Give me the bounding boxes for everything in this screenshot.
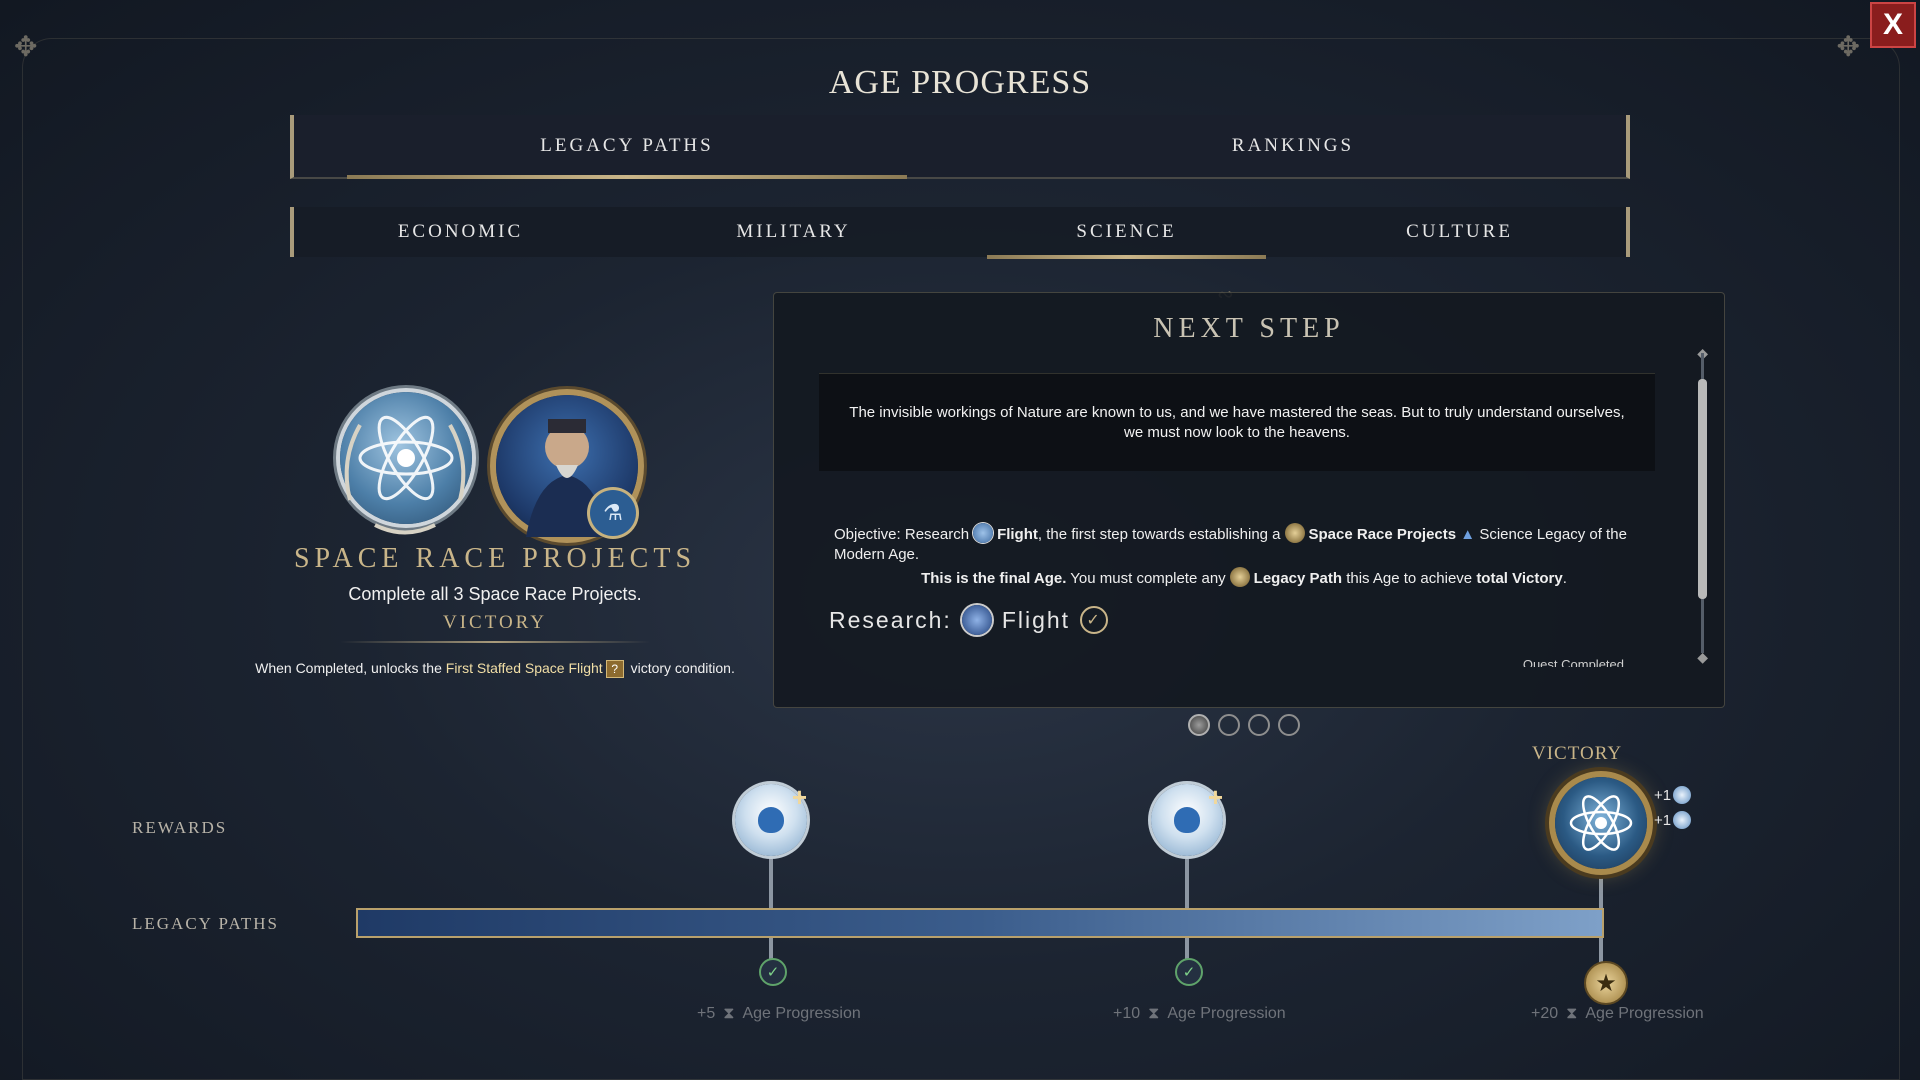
- reward-stem-1: [769, 858, 773, 908]
- hourglass-icon: ⧗: [723, 1005, 735, 1022]
- objective-middle: , the first step towards establishing a: [1037, 526, 1281, 543]
- reward-stem-3: [1599, 868, 1603, 908]
- milestone-1-label: Age Progression: [742, 1005, 861, 1022]
- checkmark-icon: ✓: [1080, 606, 1109, 634]
- unlock-description: When Completed, unlocks the First Staffe…: [200, 660, 790, 678]
- corner-ornament-left: ✥: [14, 31, 38, 62]
- milestone-2-label: Age Progression: [1167, 1005, 1286, 1022]
- next-step-panel: NEXT STEP The invisible workings of Natu…: [773, 292, 1725, 708]
- flask-icon: [1174, 807, 1200, 833]
- victory-divider: [340, 641, 650, 643]
- laurel-wreath-icon: [344, 424, 466, 535]
- milestone-1-check-icon: ✓: [759, 958, 787, 986]
- science-flask-icon: ▲: [1460, 526, 1476, 543]
- victory-reward-label: VICTORY: [1532, 743, 1623, 764]
- milestone-3-label: Age Progression: [1585, 1005, 1704, 1022]
- legacy-path-icon: [1229, 567, 1250, 587]
- flask-icon: [758, 807, 784, 833]
- research-label: Research:: [829, 606, 952, 633]
- objective-project[interactable]: Space Race Projects: [1309, 526, 1457, 543]
- page-title: AGE PROGRESS: [828, 64, 1092, 101]
- objective-prefix: Objective: Research: [834, 526, 970, 543]
- reward-stem-2: [1185, 858, 1189, 908]
- final-age-text: This is the final Age. You must complete…: [834, 567, 1654, 587]
- bonus-resource-icon: [1673, 786, 1692, 804]
- legacy-path-title: SPACE RACE PROJECTS: [293, 543, 697, 574]
- research-tech[interactable]: Flight: [1002, 607, 1070, 634]
- legacy-project-icon: [1284, 523, 1305, 543]
- flight-tech-icon: [961, 605, 992, 635]
- tab-legacy-paths[interactable]: LEGACY PATHS: [294, 115, 960, 179]
- legacy-type-tab-bar: ECONOMIC MILITARY SCIENCE CULTURE: [290, 207, 1630, 259]
- pager-dot-2[interactable]: [1218, 714, 1240, 736]
- rewards-row-label: REWARDS: [132, 818, 228, 837]
- legacy-progress-track: [356, 908, 1604, 938]
- plus-icon: +: [1207, 782, 1223, 812]
- unlock-victory-link[interactable]: First Staffed Space Flight: [446, 660, 603, 676]
- milestone-1-amount: +5: [697, 1005, 716, 1022]
- milestone-2-amount: +10: [1113, 1005, 1141, 1022]
- pager-dot-3[interactable]: [1248, 714, 1270, 736]
- plus-icon: +: [791, 782, 807, 812]
- victory-reward-emblem-icon[interactable]: [1555, 777, 1647, 869]
- final-age-part5: total Victory: [1476, 570, 1563, 587]
- milestone-3-progress: +20 ⧗ Age Progression: [1531, 1005, 1704, 1023]
- pager-dot-4[interactable]: [1278, 714, 1300, 736]
- legacy-path-description: Complete all 3 Space Race Projects.: [348, 584, 642, 604]
- final-age-part2: You must complete any: [1070, 570, 1226, 587]
- scrollbar-thumb[interactable]: [1698, 379, 1707, 599]
- hourglass-icon: ⧗: [1148, 1005, 1160, 1022]
- victory-bonus-2: +1: [1654, 811, 1692, 829]
- next-step-title: NEXT STEP: [1153, 313, 1345, 344]
- tab-military[interactable]: MILITARY: [627, 207, 960, 257]
- milestone-3-amount: +20: [1531, 1005, 1559, 1022]
- corner-ornament-right: ✥: [1836, 31, 1860, 62]
- legacy-paths-row-label: LEGACY PATHS: [132, 914, 279, 933]
- milestone-2-progress: +10 ⧗ Age Progression: [1113, 1005, 1286, 1023]
- scroll-down-icon[interactable]: ◆: [1697, 649, 1708, 666]
- milestone-1-progress: +5 ⧗ Age Progression: [697, 1005, 861, 1023]
- reward-science-1-icon[interactable]: +: [735, 784, 807, 856]
- unlock-suffix: victory condition.: [630, 660, 735, 676]
- final-age-part6: .: [1562, 570, 1567, 587]
- legacy-path-victory-label: VICTORY: [442, 612, 548, 633]
- milestone-2-check-icon: ✓: [1175, 958, 1203, 986]
- research-line: Research: Flight ✓: [829, 605, 1109, 635]
- science-flask-badge-icon: ⚗: [590, 490, 636, 536]
- tab-economic[interactable]: ECONOMIC: [294, 207, 627, 257]
- victory-bonus-1-value: +1: [1654, 786, 1672, 804]
- pager-dot-1[interactable]: [1188, 714, 1210, 736]
- final-age-part3: Legacy Path: [1253, 570, 1343, 587]
- flavor-text: The invisible workings of Nature are kno…: [819, 373, 1655, 471]
- bonus-resource-icon: [1673, 811, 1692, 829]
- flight-tech-icon: [973, 523, 994, 543]
- tab-science[interactable]: SCIENCE: [960, 207, 1293, 259]
- help-icon[interactable]: ?: [605, 660, 624, 678]
- tab-rankings[interactable]: RANKINGS: [960, 115, 1626, 177]
- victory-bonus-1: +1: [1654, 786, 1692, 804]
- quest-status: Quest Completed: [1522, 657, 1624, 667]
- milestone-stem-3: [1599, 938, 1603, 962]
- reward-science-2-icon[interactable]: +: [1151, 784, 1223, 856]
- final-age-part4: this Age to achieve: [1346, 570, 1473, 587]
- final-age-part1: This is the final Age.: [921, 570, 1067, 587]
- hourglass-icon: ⧗: [1566, 1005, 1578, 1022]
- unlock-prefix: When Completed, unlocks the: [255, 660, 442, 676]
- tab-culture[interactable]: CULTURE: [1293, 207, 1626, 257]
- objective-text: Objective: Research Flight, the first ste…: [834, 523, 1654, 565]
- victory-bonus-2-value: +1: [1654, 811, 1672, 829]
- close-button[interactable]: X: [1870, 2, 1916, 48]
- objective-tech[interactable]: Flight: [997, 526, 1038, 543]
- milestone-victory-star-icon: ★: [1584, 961, 1628, 1005]
- main-tab-bar: LEGACY PATHS RANKINGS: [290, 115, 1630, 179]
- pager: [1188, 714, 1300, 736]
